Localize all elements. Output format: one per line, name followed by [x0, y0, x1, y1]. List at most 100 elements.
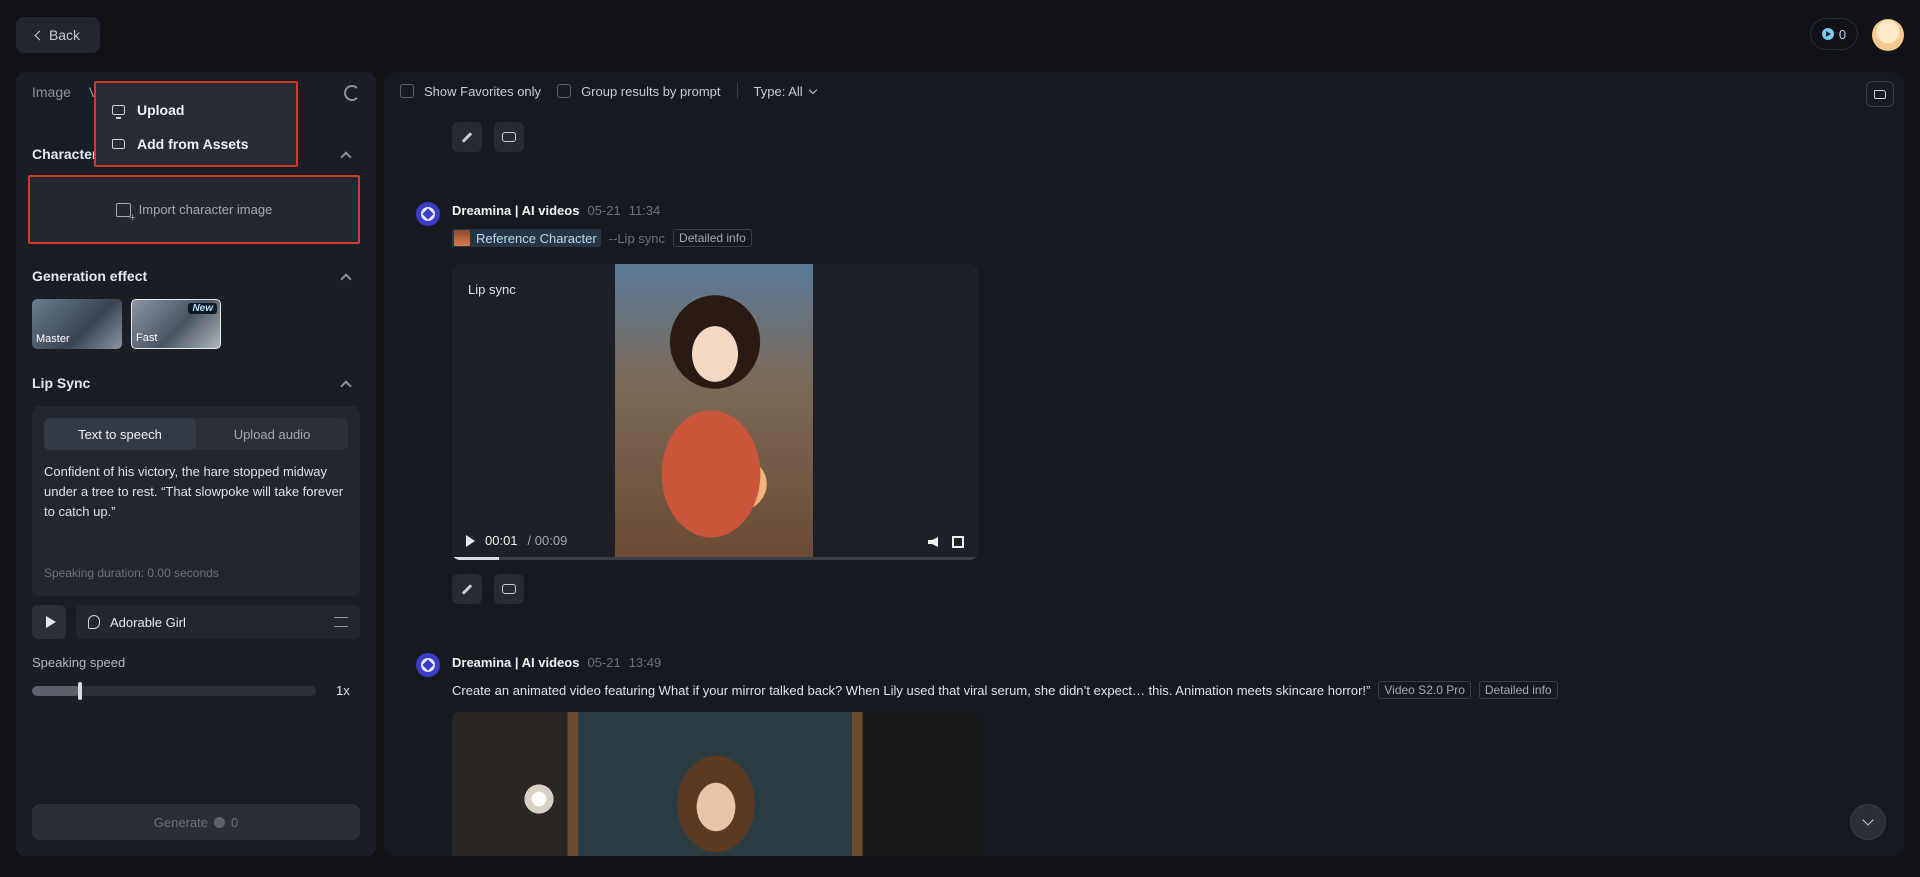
credit-icon — [213, 816, 225, 828]
import-character-button[interactable]: Import character image — [28, 175, 360, 244]
folder-icon — [112, 139, 125, 149]
tab-text-to-speech[interactable]: Text to speech — [44, 418, 196, 450]
avatar[interactable] — [1872, 19, 1904, 51]
show-favorites-label[interactable]: Show Favorites only — [424, 84, 541, 99]
video-controls-right — [928, 536, 964, 548]
play-icon — [45, 616, 56, 628]
detailed-info-tag[interactable]: Detailed info — [1478, 681, 1558, 699]
edit-button[interactable] — [452, 122, 482, 152]
effect-master-label: Master — [36, 333, 70, 345]
group-results-checkbox[interactable] — [557, 84, 572, 98]
current-time: 00:01 — [485, 533, 518, 548]
pencil-icon — [461, 131, 473, 143]
speaking-duration: Speaking duration: 0.00 seconds — [44, 566, 219, 580]
effect-fast-label: Fast — [136, 332, 158, 344]
play-icon[interactable] — [466, 534, 475, 547]
edit-button[interactable] — [452, 574, 482, 604]
type-filter[interactable]: Type: All — [754, 84, 803, 99]
message-date: 05-21 — [587, 203, 621, 218]
message-date: 05-21 — [587, 655, 621, 670]
show-favorites-checkbox[interactable] — [400, 84, 414, 98]
new-badge: New — [188, 303, 217, 314]
chevron-down-icon — [1862, 814, 1874, 826]
chevron-left-icon — [34, 30, 45, 40]
group-results-label[interactable]: Group results by prompt — [581, 84, 720, 99]
sliders-icon[interactable] — [334, 617, 348, 627]
scroll-to-bottom-button[interactable] — [1850, 804, 1886, 840]
mode-label: --Lip sync — [608, 230, 666, 246]
back-button[interactable]: Back — [16, 17, 100, 53]
detailed-info-tag[interactable]: Detailed info — [673, 229, 752, 247]
fullscreen-icon[interactable] — [952, 536, 964, 548]
reference-character-chip[interactable]: Reference Character — [452, 229, 601, 247]
effect-fast[interactable]: New Fast — [131, 299, 221, 349]
speed-value: 1x — [336, 683, 350, 698]
back-label: Back — [48, 27, 81, 43]
generate-cost: 0 — [230, 814, 239, 830]
assets-folder-button[interactable] — [1866, 81, 1894, 107]
generate-button[interactable]: Generate 0 — [32, 804, 360, 840]
volume-icon[interactable] — [928, 537, 938, 547]
character-section-title: Character — [32, 146, 98, 162]
import-label: Import character image — [138, 202, 273, 217]
regenerate-button[interactable] — [494, 122, 524, 152]
sender-name: Dreamina | AI videos — [452, 203, 580, 218]
video-progress-fill — [452, 557, 500, 560]
reference-thumbnail — [454, 230, 470, 246]
folder-icon — [1874, 89, 1886, 99]
prompt-text: Create an animated video featuring What … — [452, 682, 1371, 698]
import-dropdown-menu: Upload Add from Assets — [94, 81, 298, 167]
chevron-down-icon — [808, 85, 817, 94]
image-plus-icon — [115, 202, 136, 224]
message-header: Dreamina | AI videos 05-21 11:34 — [452, 203, 660, 218]
model-tag[interactable]: Video S2.0 Pro — [1378, 681, 1471, 699]
video-progress-track[interactable] — [452, 557, 978, 560]
menu-item-upload[interactable]: Upload — [112, 93, 280, 127]
upload-label: Upload — [137, 102, 185, 118]
refresh-icon[interactable] — [344, 85, 360, 101]
video-label: Lip sync — [468, 282, 516, 297]
monitor-icon — [112, 105, 125, 119]
pencil-icon — [461, 583, 473, 595]
total-time: / 00:09 — [527, 533, 568, 548]
voice-icon — [88, 615, 100, 629]
speaking-speed-label: Speaking speed — [32, 655, 126, 670]
message-header: Dreamina | AI videos 05-21 13:49 — [452, 655, 661, 670]
video-frame — [615, 264, 813, 560]
voice-selector[interactable]: Adorable Girl — [76, 605, 360, 639]
message-time: 11:34 — [628, 203, 661, 218]
generation-effect-title: Generation effect — [32, 268, 148, 284]
voice-preview-button[interactable] — [32, 605, 66, 639]
tts-textarea[interactable]: Confident of his victory, the hare stopp… — [44, 462, 350, 522]
lip-sync-title: Lip Sync — [32, 375, 91, 391]
voice-name: Adorable Girl — [110, 614, 186, 630]
bot-avatar — [416, 202, 440, 226]
menu-item-add-from-assets[interactable]: Add from Assets — [112, 127, 280, 161]
video-thumbnail[interactable] — [452, 712, 978, 856]
prompt-line: Create an animated video featuring What … — [452, 681, 1558, 699]
video-player[interactable]: Lip sync 00:01 / 00:09 — [452, 264, 978, 560]
generate-label: Generate — [153, 814, 208, 830]
sender-name: Dreamina | AI videos — [452, 655, 580, 670]
regenerate-button[interactable] — [494, 574, 524, 604]
credits-badge[interactable]: 0 — [1810, 18, 1858, 50]
message-time: 13:49 — [628, 655, 662, 670]
bot-avatar — [416, 653, 440, 677]
tab-upload-audio[interactable]: Upload audio — [196, 418, 348, 450]
results-toolbar: Show Favorites only Group results by pro… — [400, 83, 817, 99]
regenerate-icon — [502, 584, 516, 594]
message-meta: Reference Character --Lip sync Detailed … — [452, 229, 752, 247]
speed-slider-fill — [32, 686, 81, 696]
credit-icon — [1821, 28, 1834, 40]
mirror-light — [522, 782, 556, 816]
lip-sync-mode-segment: Text to speech Upload audio — [44, 418, 348, 450]
effect-master[interactable]: Master — [32, 299, 122, 349]
speed-slider-thumb[interactable] — [78, 682, 83, 700]
mode-tabs: Image V — [32, 84, 98, 100]
regenerate-icon — [502, 132, 516, 142]
video-controls: 00:01 / 00:09 — [466, 533, 567, 548]
reference-character-label: Reference Character — [476, 230, 597, 246]
credits-count: 0 — [1838, 26, 1847, 42]
add-from-assets-label: Add from Assets — [137, 136, 249, 152]
tab-image[interactable]: Image — [32, 84, 71, 100]
